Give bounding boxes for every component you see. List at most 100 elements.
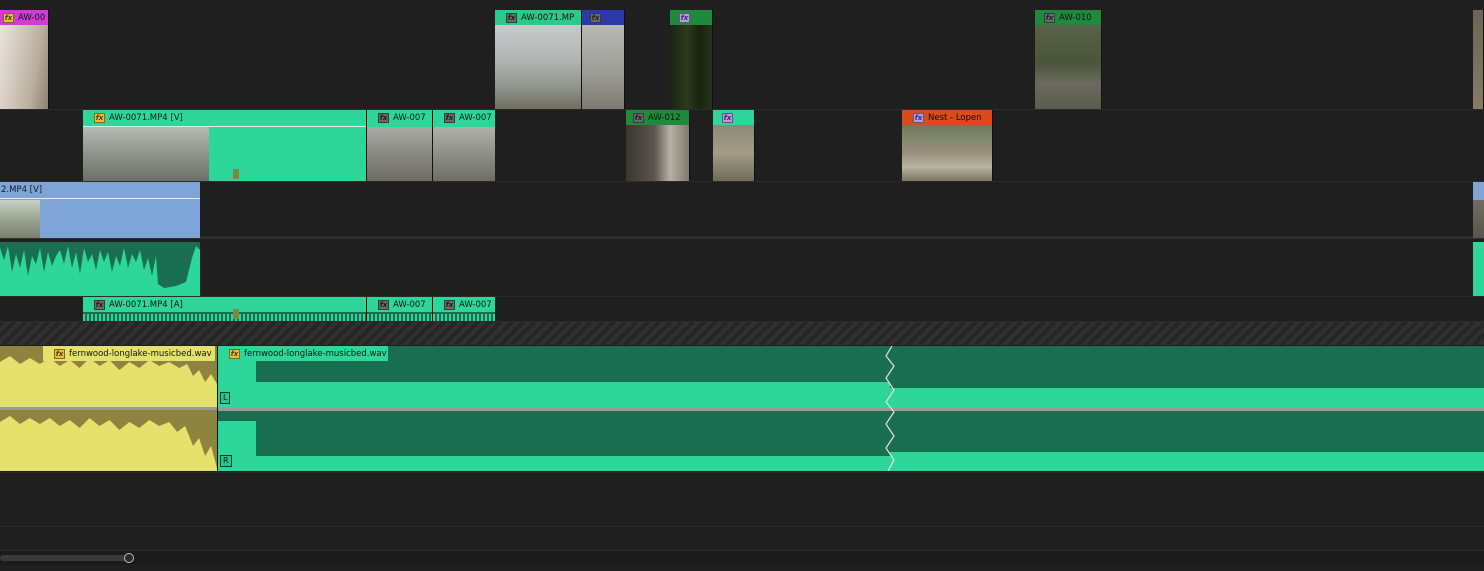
clip-label: AW-010 (1059, 12, 1092, 23)
clip-label: AW-007 (393, 299, 426, 310)
clip-2-mp4-v[interactable]: 2.MP4 [V] (0, 182, 200, 238)
clip-thumbnail (670, 25, 712, 109)
video-track-v1 (0, 182, 1484, 239)
waveform (0, 246, 200, 296)
marker-icon (233, 309, 239, 319)
music-clip-teal[interactable]: fx fernwood-longlake-musicbed.wav L R (218, 346, 1484, 471)
fx-icon: fx (444, 299, 455, 310)
clip-header: fx (582, 10, 624, 25)
fx-icon: fx (54, 348, 65, 359)
clip-label: AW-007 (459, 299, 492, 310)
fx-icon: fx (378, 112, 389, 123)
clip-thumbnail (1035, 25, 1101, 109)
music-clip-yellow[interactable]: fx fernwood-longlake-musicbed.wav (0, 346, 218, 471)
fx-icon: fx (1044, 12, 1055, 23)
right-channel-label: R (220, 455, 232, 467)
clip-header: fx AW-007 (367, 297, 432, 312)
clip-blue-edge[interactable] (1473, 182, 1484, 238)
clip-thumbnail (902, 125, 992, 181)
audio-clip-aw-0071-mp4-a[interactable]: fx AW-0071.MP4 [A] (83, 297, 366, 321)
clip-label: AW-007 (459, 112, 492, 123)
waveform (0, 346, 217, 468)
clip-header: fx AW-00 (0, 10, 48, 25)
fx-icon: fx (679, 12, 690, 23)
waveform (218, 346, 1484, 471)
clip-header: fx AW-0071.MP (495, 10, 581, 25)
clip-thumbnail (0, 200, 40, 238)
audio-track-empty-1 (0, 473, 1484, 527)
fx-icon: fx (94, 299, 105, 310)
clip-header: 2.MP4 [V] (0, 182, 200, 197)
clip-label: fernwood-longlake-musicbed.wav (244, 348, 387, 359)
fx-icon: fx (590, 12, 601, 23)
audio-track-a1 (0, 242, 1484, 297)
clip-thumbnail (1473, 200, 1484, 238)
clip-aw-007-b[interactable]: fx AW-007 (432, 110, 495, 181)
clip-label: AW-0071.MP4 [V] (109, 112, 183, 123)
clip-header: fx AW-010 (1035, 10, 1101, 25)
zoom-handle[interactable] (124, 553, 134, 563)
waveform (367, 314, 432, 321)
clip-line (0, 198, 200, 199)
audio-clip-aw-007-b[interactable]: fx AW-007 (432, 297, 495, 321)
audio-clip-a1[interactable] (0, 242, 200, 296)
clip-thumbnail (0, 25, 48, 109)
fx-icon: fx (444, 112, 455, 123)
clip-thumbnail (582, 25, 624, 109)
marker-icon (233, 169, 239, 179)
audio-track-empty-2 (0, 527, 1484, 551)
clip-thumbnail (495, 25, 581, 109)
video-track-v3 (0, 9, 1484, 110)
audio-clip-a1-edge[interactable] (1473, 242, 1484, 296)
fx-icon: fx (94, 112, 105, 123)
clip-header: fx AW-0071.MP4 [A] (83, 297, 366, 312)
clip-label: AW-0071.MP4 [A] (109, 299, 183, 310)
horizontal-scrollbar[interactable] (0, 551, 1484, 565)
clip-header: fx AW-007 (433, 110, 495, 125)
clip-label: AW-012 (648, 112, 681, 123)
clip-aw-007-a[interactable]: fx AW-007 (366, 110, 432, 181)
clip-header: fx fernwood-longlake-musicbed.wav (218, 346, 388, 361)
clip-label: AW-0071.MP (521, 12, 575, 23)
waveform (433, 314, 495, 321)
clip-aw-0071-mp4-v[interactable]: fx AW-0071.MP4 [V] (83, 110, 366, 181)
clip-thumbnail (626, 125, 689, 181)
clip-trees-v2[interactable]: fx (713, 110, 755, 181)
clip-label: AW-00 (18, 12, 46, 23)
clip-aw-010[interactable]: fx AW-010 (1035, 10, 1102, 109)
fx-icon: fx (378, 299, 389, 310)
clip-aw-0071-mp-v3[interactable]: fx AW-0071.MP (495, 10, 582, 109)
clip-edge-v3[interactable] (1473, 10, 1484, 109)
audio-clip-aw-007-a[interactable]: fx AW-007 (366, 297, 432, 321)
fx-icon: fx (229, 348, 240, 359)
empty-track-area (0, 322, 1484, 345)
clip-thumbnail (433, 127, 495, 181)
clip-aw-012[interactable]: fx AW-012 (626, 110, 690, 181)
clip-header: fx AW-007 (433, 297, 495, 312)
clip-label: Nest - Lopen (928, 112, 982, 123)
clip-thumbnail (713, 125, 754, 181)
timeline-panel: fx AW-00 fx AW-0071.MP fx fx fx AW-010 f… (0, 0, 1484, 571)
clip-aw-00[interactable]: fx AW-00 (0, 10, 49, 109)
fx-icon: fx (3, 12, 14, 23)
clip-label: fernwood-longlake-musicbed.wav (69, 348, 212, 359)
clip-header: fx Nest - Lopen (902, 110, 992, 125)
clip-forest-v3[interactable]: fx (670, 10, 713, 109)
clip-label: AW-007 (393, 112, 426, 123)
clip-header: fx AW-0071.MP4 [V] (83, 110, 366, 125)
clip-header: fx (670, 10, 712, 25)
clip-thumbnail (83, 127, 209, 181)
fx-icon: fx (722, 112, 733, 123)
scrollbar-thumb[interactable] (0, 555, 130, 561)
clip-blue-v3[interactable]: fx (582, 10, 625, 109)
clip-header: fx (713, 110, 754, 125)
clip-label: 2.MP4 [V] (1, 184, 43, 195)
clip-header: fx fernwood-longlake-musicbed.wav (43, 346, 215, 361)
clip-header: fx AW-012 (626, 110, 689, 125)
clip-header: fx AW-007 (367, 110, 432, 125)
clip-thumbnail (367, 127, 432, 181)
fx-icon: fx (506, 12, 517, 23)
waveform (83, 314, 366, 321)
clip-nest-lopen[interactable]: fx Nest - Lopen (902, 110, 993, 181)
clip-thumbnail (1473, 10, 1483, 109)
